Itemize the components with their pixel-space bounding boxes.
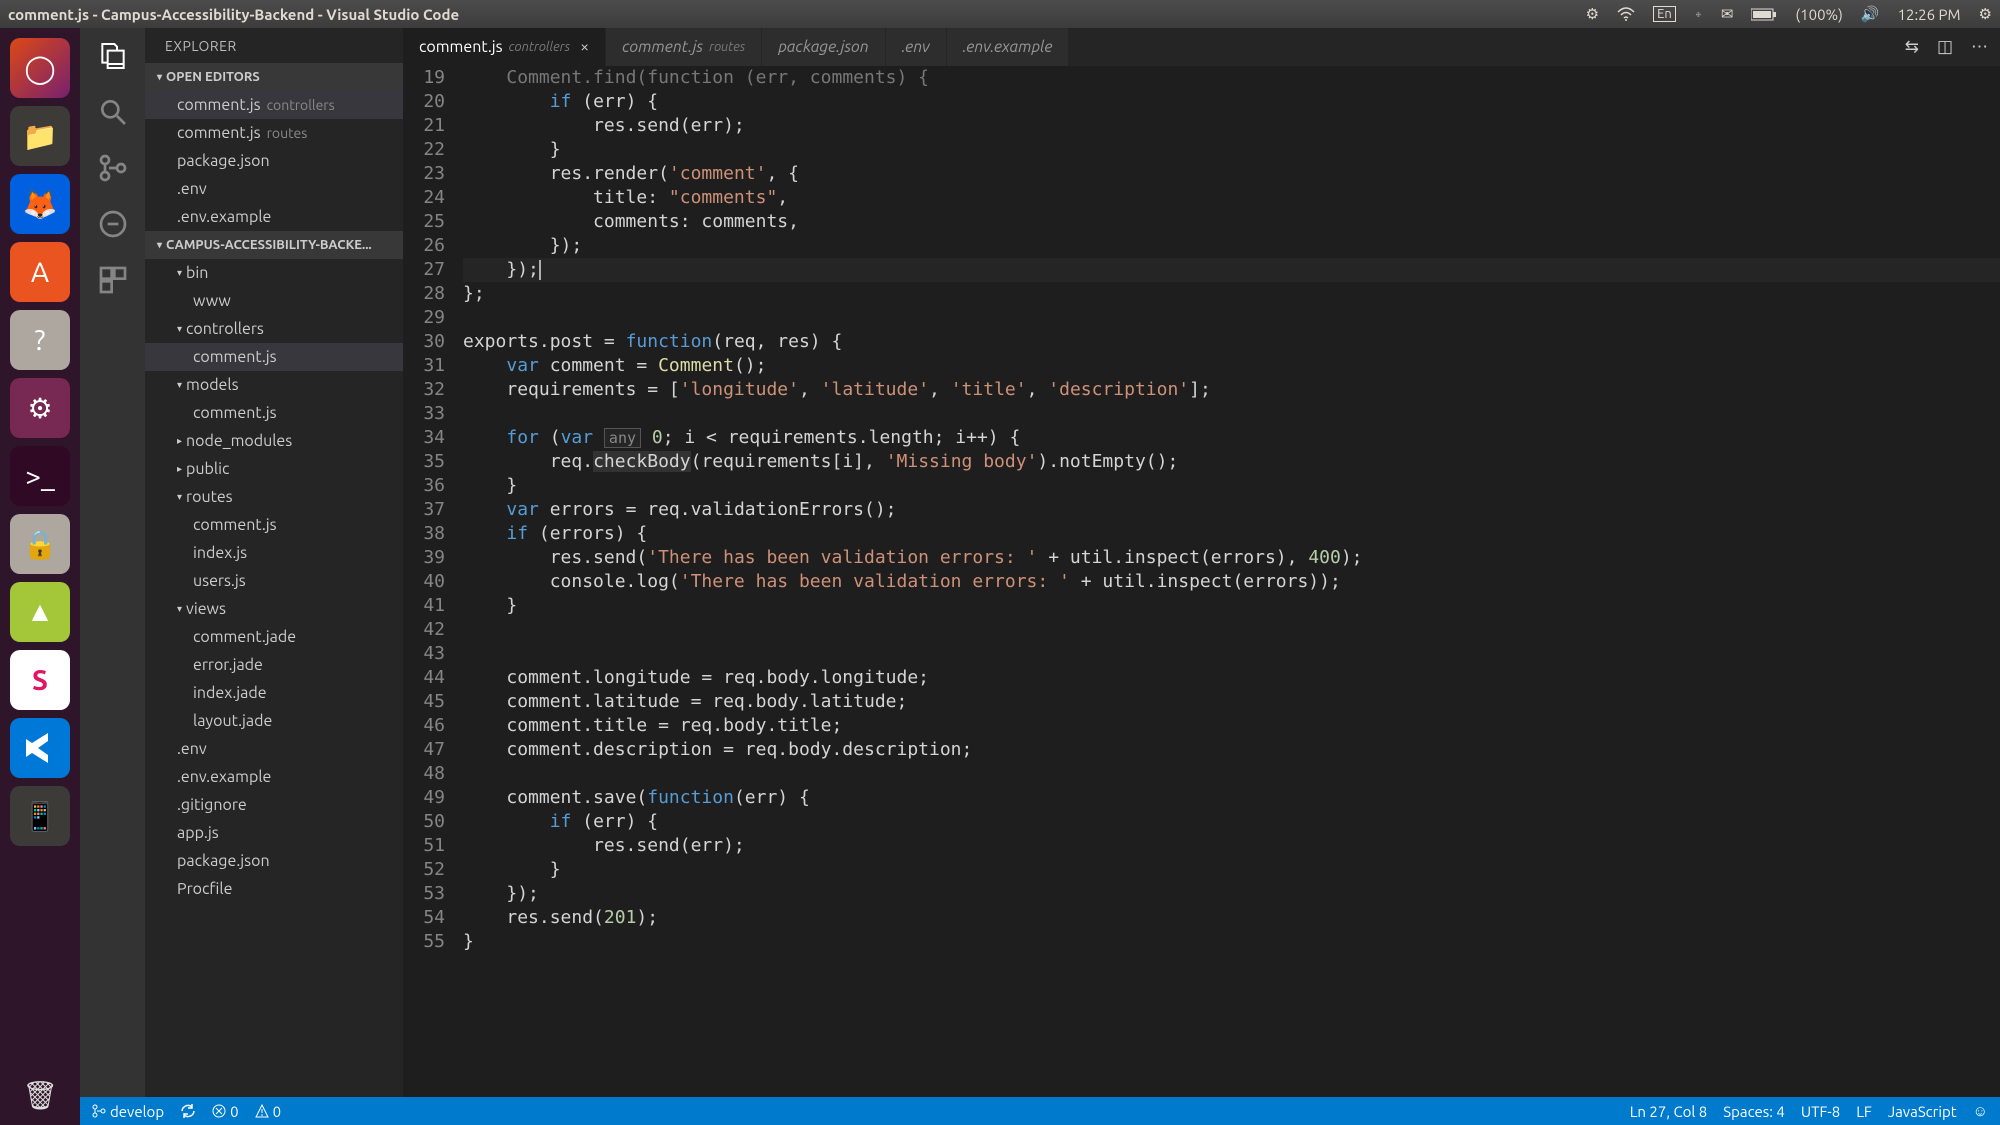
language-indicator[interactable]: En [1653,6,1676,22]
volume-icon[interactable]: 🔊 [1861,5,1880,23]
errors-count[interactable]: 0 [212,1103,238,1120]
code-editor[interactable]: 1920212223242526272829303132333435363738… [403,66,2000,1097]
bluetooth-icon[interactable]: ᛭ [1694,6,1703,23]
folder-item[interactable]: ▾routes [145,483,403,511]
indentation[interactable]: Spaces: 4 [1723,1103,1785,1120]
clock-text[interactable]: 12:26 PM [1898,6,1961,23]
open-editor-item[interactable]: comment.jscontrollers [145,91,403,119]
file-item[interactable]: www [145,287,403,315]
file-item[interactable]: comment.js [145,343,403,371]
editor-tab[interactable]: package.json [762,28,885,66]
eol[interactable]: LF [1856,1103,1872,1120]
file-item[interactable]: users.js [145,567,403,595]
folder-item[interactable]: ▾bin [145,259,403,287]
launcher-help[interactable]: ? [10,310,70,370]
folder-item[interactable]: ▸public [145,455,403,483]
open-editor-item[interactable]: .env.example [145,203,403,231]
tab-bar: comment.jscontrollers×comment.jsroutespa… [403,28,2000,66]
gear-icon[interactable]: ⚙ [1979,5,1992,23]
editor-tab[interactable]: comment.jscontrollers× [403,28,606,66]
file-item[interactable]: app.js [145,819,403,847]
editor-tab[interactable]: comment.jsroutes [606,28,762,66]
folder-item[interactable]: ▾views [145,595,403,623]
git-branch[interactable]: develop [92,1103,164,1120]
file-item[interactable]: comment.js [145,399,403,427]
cursor-position[interactable]: Ln 27, Col 8 [1630,1103,1707,1120]
open-editors-header[interactable]: ▾OPEN EDITORS [145,63,403,91]
file-item[interactable]: comment.jade [145,623,403,651]
activity-bar [80,28,145,1097]
status-bar: develop 0 0 Ln 27, Col 8 Spaces: 4 UTF-8… [80,1097,2000,1125]
wifi-icon[interactable] [1617,7,1635,21]
file-item[interactable]: .env [145,735,403,763]
file-item[interactable]: .gitignore [145,791,403,819]
battery-text: (100%) [1795,6,1842,23]
file-item[interactable]: index.js [145,539,403,567]
launcher-trash[interactable]: 🗑 [10,1065,70,1125]
feedback-icon[interactable]: ☺ [1973,1102,1988,1120]
launcher-software[interactable]: A [10,242,70,302]
launcher-settings[interactable]: ⚙ [10,378,70,438]
extensions-icon[interactable] [97,264,129,296]
sidebar: EXPLORER ▾OPEN EDITORS comment.jscontrol… [145,28,403,1097]
more-icon[interactable]: ⋯ [1971,37,1988,57]
git-icon[interactable] [97,152,129,184]
launcher-android[interactable]: ▲ [10,582,70,642]
project-header[interactable]: ▾CAMPUS-ACCESSIBILITY-BACKE... [145,231,403,259]
split-icon[interactable]: ◫ [1937,37,1953,57]
vscode-window: EXPLORER ▾OPEN EDITORS comment.jscontrol… [80,28,2000,1125]
compare-icon[interactable]: ⇆ [1905,37,1919,57]
encoding[interactable]: UTF-8 [1801,1103,1840,1120]
file-item[interactable]: error.jade [145,651,403,679]
unity-launcher: ◯ 📁 🦊 A ? ⚙ >_ 🔒 ▲ S 📱 🗑 [0,28,80,1125]
open-editor-item[interactable]: .env [145,175,403,203]
open-editor-item[interactable]: comment.jsroutes [145,119,403,147]
language-mode[interactable]: JavaScript [1888,1103,1957,1120]
close-icon[interactable]: × [580,38,589,56]
launcher-vscode[interactable] [10,718,70,778]
search-icon[interactable] [97,96,129,128]
file-item[interactable]: .env.example [145,763,403,791]
launcher-dash[interactable]: ◯ [10,38,70,98]
battery-icon[interactable] [1751,8,1777,21]
launcher-terminal[interactable]: >_ [10,446,70,506]
folder-item[interactable]: ▸node_modules [145,427,403,455]
warnings-count[interactable]: 0 [255,1103,281,1120]
editor-group: comment.jscontrollers×comment.jsroutespa… [403,28,2000,1097]
settings-icon[interactable]: ⚙ [1586,5,1599,23]
editor-tab[interactable]: .env [886,28,947,66]
sync-icon[interactable] [180,1103,196,1119]
debug-icon[interactable] [97,208,129,240]
file-item[interactable]: comment.js [145,511,403,539]
file-item[interactable]: layout.jade [145,707,403,735]
ubuntu-top-bar: comment.js - Campus-Accessibility-Backen… [0,0,2000,28]
launcher-slack[interactable]: S [10,650,70,710]
file-tree: ▾binwww▾controllerscomment.js▾modelscomm… [145,259,403,903]
folder-item[interactable]: ▾models [145,371,403,399]
launcher-firefox[interactable]: 🦊 [10,174,70,234]
sidebar-title: EXPLORER [145,28,403,63]
open-editor-item[interactable]: package.json [145,147,403,175]
window-title: comment.js - Campus-Accessibility-Backen… [8,6,459,23]
launcher-lock[interactable]: 🔒 [10,514,70,574]
file-item[interactable]: Procfile [145,875,403,903]
file-item[interactable]: index.jade [145,679,403,707]
folder-item[interactable]: ▾controllers [145,315,403,343]
launcher-files[interactable]: 📁 [10,106,70,166]
file-item[interactable]: package.json [145,847,403,875]
launcher-phone[interactable]: 📱 [10,786,70,846]
open-editors-list: comment.jscontrollerscomment.jsroutespac… [145,91,403,231]
editor-tab[interactable]: .env.example [947,28,1070,66]
explorer-icon[interactable] [97,40,129,72]
mail-icon[interactable]: ✉ [1721,5,1734,23]
